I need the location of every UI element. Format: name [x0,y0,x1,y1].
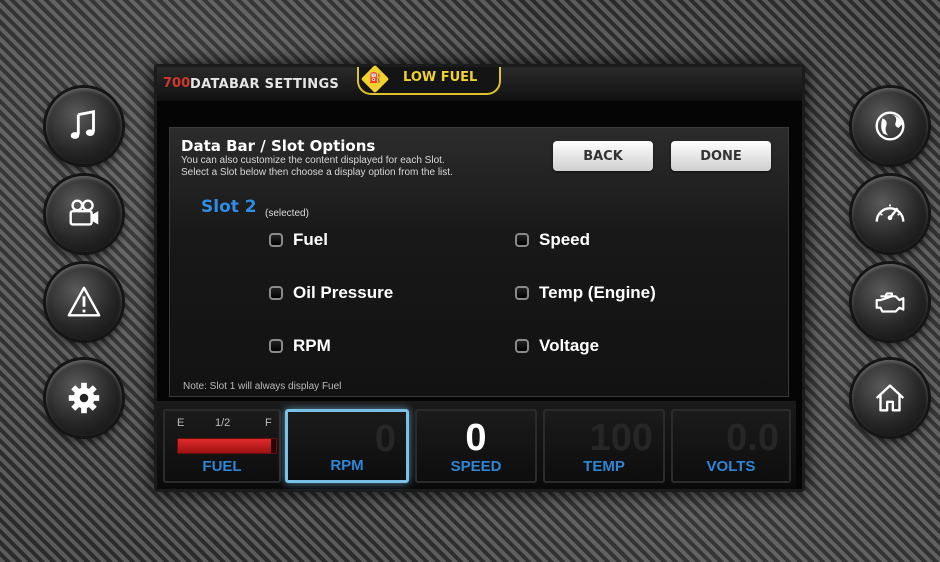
navigation-button[interactable] [852,88,928,164]
tile-value: 0.0 [726,417,779,459]
option-temp-engine[interactable]: Temp (Engine) [515,283,656,303]
tile-value: 0 [465,417,487,459]
engine-button[interactable] [852,264,928,340]
panel-description-line1: You can also customize the content displ… [181,155,445,166]
slot-2-rpm-tile[interactable]: 0 RPM [285,409,409,483]
back-button[interactable]: BACK [553,141,653,171]
warning-button[interactable] [46,264,122,340]
option-label: Fuel [293,230,328,249]
option-oil-pressure[interactable]: Oil Pressure [269,283,393,303]
home-button[interactable] [852,360,928,436]
option-label: Temp (Engine) [539,283,656,302]
tile-value: 0 [374,418,396,460]
checkbox[interactable] [269,339,283,353]
video-button[interactable] [46,176,122,252]
option-label: Speed [539,230,591,249]
video-camera-icon [69,199,99,226]
option-label: RPM [293,336,331,355]
option-rpm[interactable]: RPM [269,336,331,356]
panel-description-line2: Select a Slot below then choose a displa… [181,167,453,178]
checkbox[interactable] [269,286,283,300]
option-voltage[interactable]: Voltage [515,336,599,356]
music-button[interactable] [46,88,122,164]
checkbox[interactable] [515,233,529,247]
music-icon [70,110,95,139]
checkbox[interactable] [515,339,529,353]
option-label: Oil Pressure [293,283,394,302]
option-label: Voltage [539,336,600,355]
settings-content: Data Bar / Slot Options You can also cus… [157,67,796,489]
globe-icon [875,111,905,141]
slot-5-volts-tile[interactable]: 0.0 VOLTS [671,409,791,483]
fuel-half-mark: 1/2 [215,417,231,429]
tile-label: FUEL [202,458,242,475]
settings-gear-icon [68,382,100,414]
slot-1-fuel-tile[interactable]: E 1/2 F FUEL [163,409,281,483]
warning-icon [67,286,101,317]
fuel-gauge-fill [178,439,272,453]
slot-note: Note: Slot 1 will always display Fuel [183,381,342,392]
fuel-gauge-bar [177,438,277,454]
done-button[interactable]: DONE [671,141,771,171]
option-fuel[interactable]: Fuel [269,230,328,250]
tile-label: SPEED [450,458,502,475]
slot-selected-label: (selected) [265,208,309,219]
engine-icon [875,292,905,313]
checkbox[interactable] [515,286,529,300]
data-bar: E 1/2 F FUEL 0 RPM 0 SPEED 100 TEMP 0.0 … [157,401,796,489]
fuel-empty-mark: E [177,417,185,429]
tile-label: VOLTS [706,458,756,475]
slot-3-speed-tile[interactable]: 0 SPEED [415,409,537,483]
option-speed[interactable]: Speed [515,230,590,250]
speedometer-icon [875,204,905,222]
home-icon [875,384,905,412]
tile-label: TEMP [583,458,625,475]
settings-button[interactable] [46,360,122,436]
slot-title: Slot 2 [201,197,257,217]
gauges-button[interactable] [852,176,928,252]
tile-label: RPM [330,457,364,474]
slot-4-temp-tile[interactable]: 100 TEMP [543,409,665,483]
tile-value: 100 [589,417,653,459]
panel-title: Data Bar / Slot Options [181,137,376,155]
fuel-full-mark: F [265,417,272,429]
checkbox[interactable] [269,233,283,247]
